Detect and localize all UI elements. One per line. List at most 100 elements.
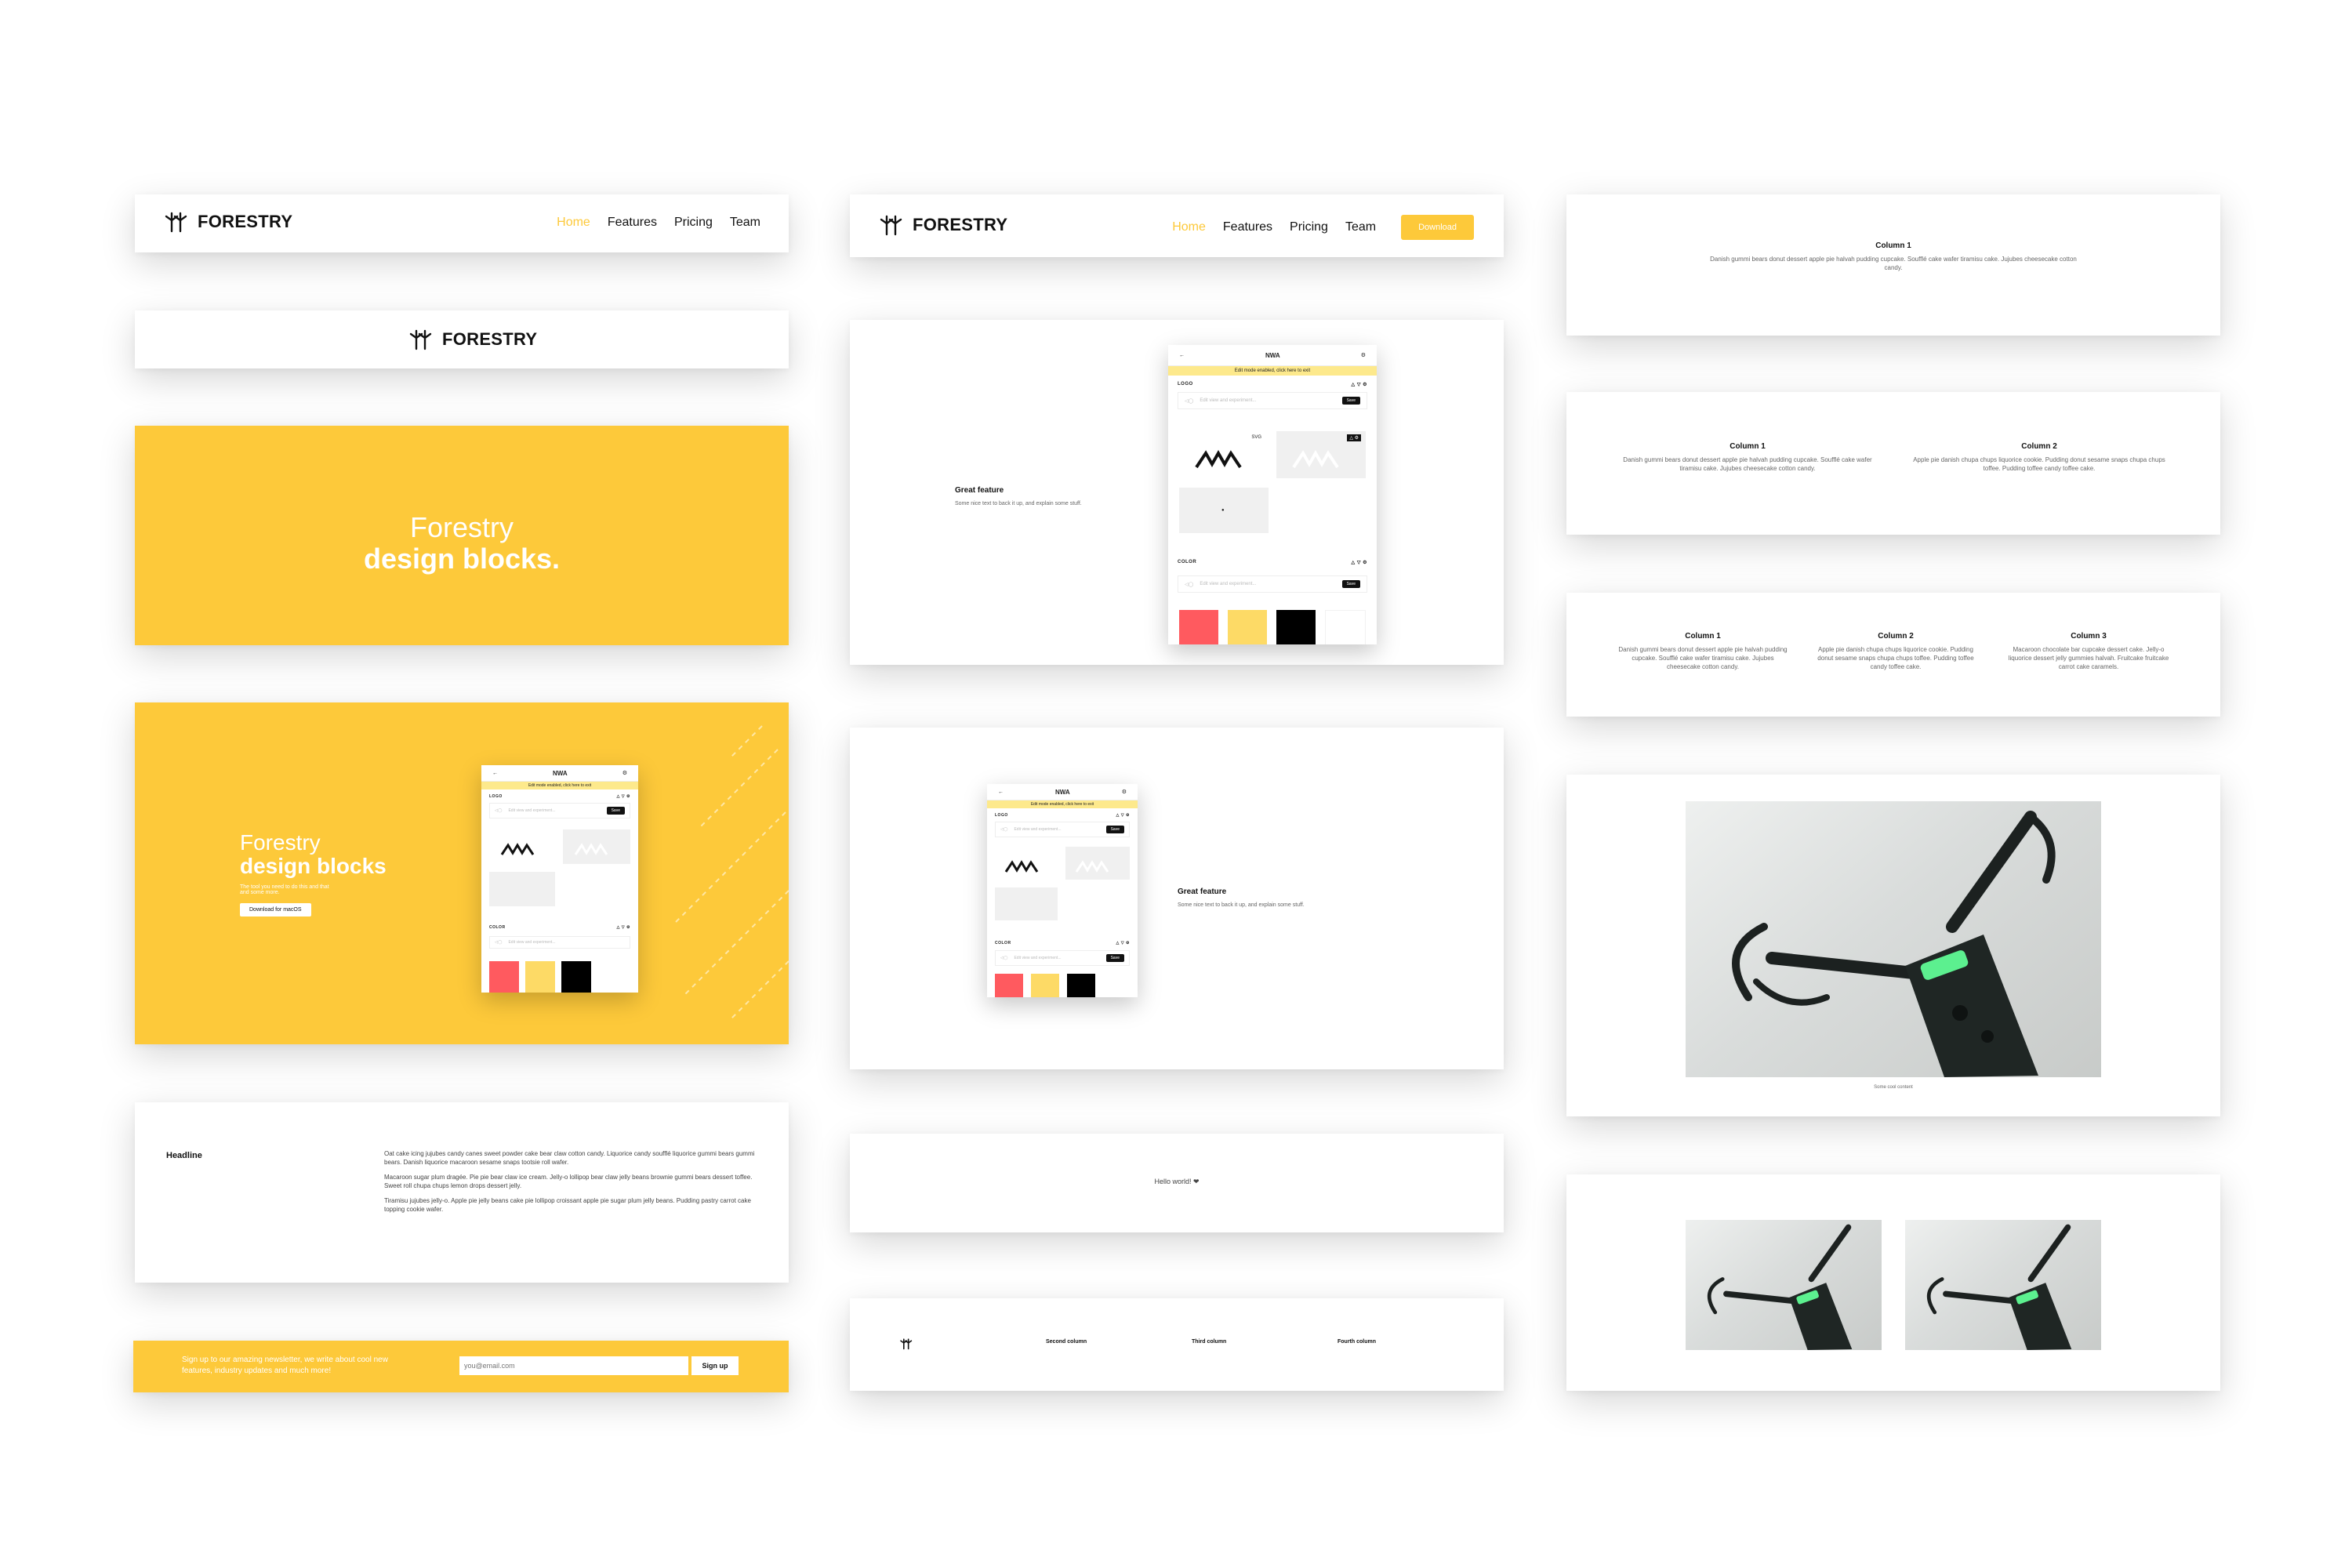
logo-tile-2[interactable] — [563, 829, 630, 864]
feature-desc: Some nice text to back it up, and explai… — [1178, 902, 1305, 908]
image-block: Some cool content — [1566, 775, 2220, 1116]
logo-tile-1[interactable] — [995, 847, 1058, 880]
nav-pricing[interactable]: Pricing — [1290, 220, 1328, 234]
feature-title: Great feature — [955, 486, 1004, 495]
swatch-black[interactable] — [561, 961, 591, 993]
image-caption: Some cool content — [1874, 1085, 1913, 1090]
color-section-label: COLOR — [995, 941, 1011, 946]
footer-col-4[interactable]: Fourth column — [1338, 1339, 1376, 1345]
nav-home[interactable]: Home — [557, 216, 590, 230]
swatch-black[interactable] — [1276, 610, 1316, 644]
color-save-button[interactable]: Save — [1105, 954, 1124, 962]
logo-tile-1[interactable] — [489, 829, 555, 864]
column-2: Column 2 Apple pie danish chupa chups li… — [1908, 442, 2170, 473]
footer-col-2[interactable]: Second column — [1046, 1339, 1087, 1345]
swatch-black[interactable] — [1067, 974, 1095, 997]
column-1-title: Column 1 — [1730, 442, 1766, 451]
section-tools-icon[interactable]: △ ▽ ⚙ — [617, 794, 630, 799]
tree-logo-icon[interactable] — [900, 1338, 913, 1350]
hero-title-line1: Forestry — [409, 511, 514, 543]
logo-section-label: LOGO — [995, 813, 1008, 818]
hero-block-with-app: Forestry design blocks The tool you need… — [135, 702, 789, 1044]
swatch-red[interactable] — [489, 961, 519, 993]
section-tools-icon[interactable]: △ ▽ ⚙ — [1352, 382, 1367, 387]
swatch-yellow[interactable] — [1228, 610, 1267, 644]
swatch-yellow[interactable] — [525, 961, 555, 993]
newsletter-block: Sign up to our amazing newsletter, we wr… — [133, 1341, 789, 1392]
section-tools-icon[interactable]: △ ▽ ⚙ — [1116, 941, 1130, 946]
swatch-red[interactable] — [1179, 610, 1218, 644]
swatch-yellow[interactable] — [1031, 974, 1059, 997]
nav-team[interactable]: Team — [730, 216, 760, 230]
logo-save-button[interactable]: Save — [1341, 397, 1360, 405]
logo-tile-2[interactable] — [1065, 847, 1130, 880]
tile-tools-icon[interactable]: △ ⚙ — [1347, 434, 1361, 441]
section-tools-icon[interactable]: △ ▽ ⚙ — [617, 925, 630, 930]
column-1-title: Column 1 — [1685, 632, 1721, 641]
text-block: Headline Oat cake icing jujubes candy ca… — [135, 1102, 789, 1283]
brand-logo[interactable]: FORESTRY — [165, 210, 292, 234]
brand-logo[interactable]: FORESTRY — [880, 213, 1007, 237]
app-title: NWA — [553, 769, 568, 777]
edit-mode-banner[interactable]: Edit mode enabled, click here to exit — [481, 782, 638, 789]
one-column-block: Column 1 Danish gummi bears donut desser… — [1566, 194, 2220, 336]
download-macos-button[interactable]: Download for macOS — [240, 903, 311, 916]
hero2-sub2: and some more. — [240, 890, 280, 895]
swatch-white[interactable] — [1325, 610, 1366, 644]
nwa-logo-icon — [500, 843, 535, 855]
newsletter-text-line1: Sign up to our amazing newsletter, we wr… — [182, 1356, 388, 1364]
diagonal-decoration — [135, 702, 789, 1044]
column-1-text: Danish gummi bears donut dessert apple p… — [1618, 646, 1788, 670]
logo-save-button[interactable]: Save — [1105, 826, 1124, 833]
footer-col-3[interactable]: Third column — [1192, 1339, 1226, 1345]
newsletter-signup-button[interactable]: Sign up — [691, 1356, 739, 1375]
column-2-title: Column 2 — [2021, 442, 2057, 451]
logo-tile-3[interactable] — [995, 887, 1058, 920]
hero-title: Forestry design blocks. — [135, 512, 789, 575]
nav-pricing[interactable]: Pricing — [674, 216, 713, 230]
newsletter-email-input[interactable] — [459, 1356, 688, 1375]
section-tools-icon[interactable]: △ ▽ ⚙ — [1352, 560, 1367, 565]
color-input-placeholder[interactable]: Edit view and experiment... — [508, 940, 555, 945]
settings-gear-icon[interactable]: ⚙ — [1122, 789, 1127, 795]
logo-input-placeholder[interactable]: Edit view and experiment... — [1200, 398, 1256, 403]
logo-tile-2[interactable]: △ ⚙ — [1276, 431, 1366, 478]
nav-team[interactable]: Team — [1345, 220, 1376, 234]
logo-save-button[interactable]: Save — [606, 807, 625, 815]
logo-tile-3[interactable]: ● — [1179, 488, 1269, 533]
download-button[interactable]: Download — [1401, 215, 1474, 240]
logo-tile-1[interactable]: SVG — [1179, 431, 1269, 478]
header-block-centered: FORESTRY — [135, 310, 789, 368]
back-arrow-icon[interactable]: ← — [998, 789, 1004, 795]
swatch-red[interactable] — [995, 974, 1023, 997]
logo-input-placeholder[interactable]: Edit view and experiment... — [1014, 827, 1061, 832]
column-3-title: Column 3 — [2071, 632, 2107, 641]
paragraph-3: Tiramisu jujubes jelly-o. Apple pie jell… — [384, 1197, 751, 1213]
section-tools-icon[interactable]: △ ▽ ⚙ — [1116, 813, 1130, 818]
column-1: Column 1 Danish gummi bears donut desser… — [1617, 442, 1878, 473]
logo-input-placeholder[interactable]: Edit view and experiment... — [508, 808, 555, 813]
tree-logo-icon — [409, 329, 432, 350]
svg-badge: SVG — [1249, 434, 1264, 441]
two-image-block — [1566, 1174, 2220, 1391]
settings-gear-icon[interactable]: ⚙ — [1361, 352, 1366, 358]
edit-mode-banner[interactable]: Edit mode enabled, click here to exit — [1168, 366, 1377, 376]
nav-features[interactable]: Features — [608, 216, 657, 230]
brand-name: FORESTRY — [913, 215, 1008, 234]
nav-home[interactable]: Home — [1172, 220, 1206, 234]
drone-photo-2 — [1905, 1220, 2101, 1350]
back-arrow-icon[interactable]: ← — [1179, 353, 1185, 358]
back-arrow-icon[interactable]: ← — [492, 771, 498, 776]
logo-tile-3[interactable] — [489, 872, 555, 906]
paragraph-2: Macaroon sugar plum dragée. Pie pie bear… — [384, 1174, 753, 1189]
color-save-button[interactable]: Save — [1341, 580, 1360, 588]
color-input-placeholder[interactable]: Edit view and experiment... — [1200, 582, 1256, 586]
nav-features[interactable]: Features — [1223, 220, 1272, 234]
edit-mode-banner[interactable]: Edit mode enabled, click here to exit — [987, 800, 1138, 808]
logo-section-label: LOGO — [489, 794, 503, 799]
settings-gear-icon[interactable]: ⚙ — [622, 770, 627, 776]
dot-icon: ● — [1221, 508, 1225, 513]
hero2-line1: Forestry — [240, 830, 321, 855]
brand-logo-centered[interactable]: FORESTRY — [409, 328, 537, 351]
color-input-placeholder[interactable]: Edit view and experiment... — [1014, 956, 1061, 960]
